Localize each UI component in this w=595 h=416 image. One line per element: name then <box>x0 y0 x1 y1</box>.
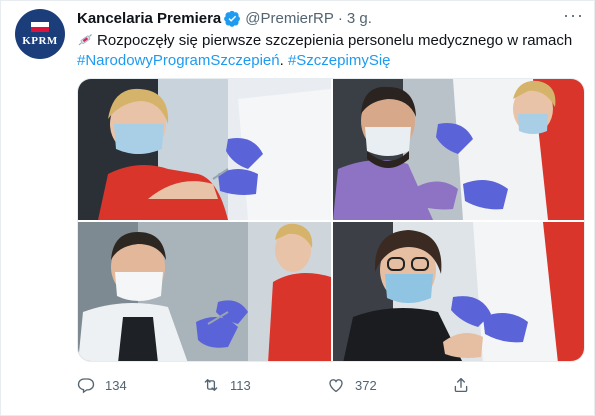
share-icon <box>454 377 468 393</box>
hashtag-link[interactable]: #NarodowyProgramSzczepień <box>77 52 280 69</box>
text-separator: . <box>279 52 284 69</box>
hashtag-link[interactable]: #SzczepimySię <box>288 52 391 69</box>
reply-count: 134 <box>105 377 127 393</box>
photo-woman-glasses <box>333 222 584 361</box>
author-name[interactable]: Kancelaria Premiera <box>77 10 221 27</box>
tweet-actions: 134 113 372 <box>77 376 577 394</box>
retweet-count: 113 <box>230 377 251 393</box>
photo-bearded-man-purple-scrubs <box>333 79 584 220</box>
tweet-card[interactable]: KPRM Kancelaria Premiera @PremierRP · 3 … <box>0 0 595 416</box>
photo-man-white-coat <box>78 222 331 361</box>
tweet-text: Rozpoczęły się pierwsze szczepienia pers… <box>77 31 582 71</box>
retweet-button[interactable]: 113 <box>202 376 327 394</box>
reply-button[interactable]: 134 <box>77 376 202 394</box>
heart-icon <box>329 379 343 393</box>
author-handle[interactable]: @PremierRP <box>245 10 334 27</box>
syringe-emoji-icon <box>78 34 92 46</box>
like-count: 372 <box>355 377 377 393</box>
media-photo[interactable] <box>78 222 331 361</box>
photo-nurse-red-scrubs <box>78 79 331 220</box>
media-grid <box>77 78 585 362</box>
media-photo[interactable] <box>78 79 331 220</box>
media-photo[interactable] <box>333 222 584 361</box>
verified-badge-icon <box>224 10 241 27</box>
like-button[interactable]: 372 <box>327 376 452 394</box>
media-photo[interactable] <box>333 79 584 220</box>
share-button[interactable] <box>452 376 577 394</box>
tweet-header: Kancelaria Premiera @PremierRP · 3 g. <box>77 10 372 27</box>
more-icon[interactable]: ··· <box>563 5 584 26</box>
reply-icon <box>77 378 95 394</box>
polish-flag-icon <box>31 21 49 32</box>
avatar-label: KPRM <box>22 34 58 47</box>
header-separator: · <box>337 10 343 27</box>
tweet-body-text: Rozpoczęły się pierwsze szczepienia pers… <box>97 32 573 49</box>
tweet-timestamp[interactable]: 3 g. <box>347 10 372 27</box>
retweet-icon <box>204 379 218 391</box>
avatar[interactable]: KPRM <box>15 9 65 59</box>
